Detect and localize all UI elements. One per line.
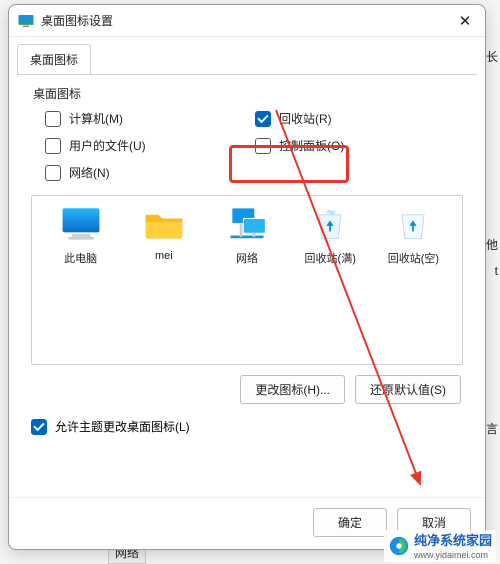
icon-label: 回收站(满) xyxy=(305,250,356,266)
icon-label: 回收站(空) xyxy=(388,250,439,266)
ok-button[interactable]: 确定 xyxy=(313,508,387,537)
side-hint: 他 xyxy=(486,236,498,253)
icon-label: 网络 xyxy=(236,250,258,266)
app-icon xyxy=(17,12,35,30)
checkbox-computer[interactable]: 计算机(M) xyxy=(45,110,255,127)
watermark-logo-icon xyxy=(388,535,410,557)
checkbox-user-files[interactable]: 用户的文件(U) xyxy=(45,137,255,154)
window-title: 桌面图标设置 xyxy=(41,12,453,29)
icon-buttons-row: 更改图标(H)... 还原默认值(S) xyxy=(27,375,461,404)
checkbox-label: 控制面板(O) xyxy=(279,137,344,154)
monitor-icon xyxy=(59,204,103,244)
icon-preview-list[interactable]: 此电脑 mei 网络 xyxy=(31,195,463,365)
titlebar: 桌面图标设置 ✕ xyxy=(9,5,485,37)
watermark-title: 纯净系统家园 xyxy=(414,533,492,548)
checkbox-label: 计算机(M) xyxy=(69,110,123,127)
checkbox-box xyxy=(255,111,271,127)
side-hint: 言 xyxy=(486,420,498,437)
icon-item-this-pc[interactable]: 此电脑 xyxy=(42,204,119,356)
icon-item-recycle-empty[interactable]: 回收站(空) xyxy=(375,204,452,356)
icon-item-network[interactable]: 网络 xyxy=(208,204,285,356)
tab-strip: 桌面图标 xyxy=(9,37,485,74)
side-hint: 长 xyxy=(486,48,498,65)
tab-desktop-icons[interactable]: 桌面图标 xyxy=(17,44,91,75)
checkbox-label: 用户的文件(U) xyxy=(69,137,146,154)
side-hint: t xyxy=(495,264,498,278)
checkbox-box xyxy=(31,419,47,435)
checkbox-box xyxy=(45,111,61,127)
icon-item-recycle-full[interactable]: 回收站(满) xyxy=(292,204,369,356)
watermark: 纯净系统家园 www.yidaimei.com xyxy=(384,530,496,562)
icon-label: 此电脑 xyxy=(64,250,97,266)
network-icon xyxy=(225,204,269,244)
folder-icon xyxy=(142,204,186,244)
icon-label: mei xyxy=(155,250,173,262)
checkbox-label: 允许主题更改桌面图标(L) xyxy=(55,418,190,435)
restore-default-button[interactable]: 还原默认值(S) xyxy=(355,375,461,404)
checkbox-box xyxy=(45,138,61,154)
watermark-url: www.yidaimei.com xyxy=(414,550,492,560)
desktop-icons-checkbox-group: 计算机(M) 回收站(R) 用户的文件(U) 控制面板(O) 网络(N) xyxy=(27,110,467,189)
recycle-bin-full-icon xyxy=(308,204,352,244)
desktop-icon-settings-window: 桌面图标设置 ✕ 桌面图标 桌面图标 计算机(M) 回收站(R) 用户的文件(U… xyxy=(8,4,486,550)
tab-body: 桌面图标 计算机(M) 回收站(R) 用户的文件(U) 控制面板(O) 网络(N… xyxy=(17,74,477,497)
close-button[interactable]: ✕ xyxy=(453,12,477,30)
checkbox-recycle-bin[interactable]: 回收站(R) xyxy=(255,110,465,127)
checkbox-label: 回收站(R) xyxy=(279,110,332,127)
checkbox-network[interactable]: 网络(N) xyxy=(45,164,255,181)
checkbox-label: 网络(N) xyxy=(69,164,110,181)
checkbox-allow-theme[interactable]: 允许主题更改桌面图标(L) xyxy=(31,418,467,435)
change-icon-button[interactable]: 更改图标(H)... xyxy=(240,375,345,404)
checkbox-box xyxy=(255,138,271,154)
icon-item-user-folder[interactable]: mei xyxy=(125,204,202,356)
group-label: 桌面图标 xyxy=(33,85,467,102)
checkbox-box xyxy=(45,165,61,181)
recycle-bin-empty-icon xyxy=(391,204,435,244)
checkbox-control-panel[interactable]: 控制面板(O) xyxy=(255,137,465,154)
